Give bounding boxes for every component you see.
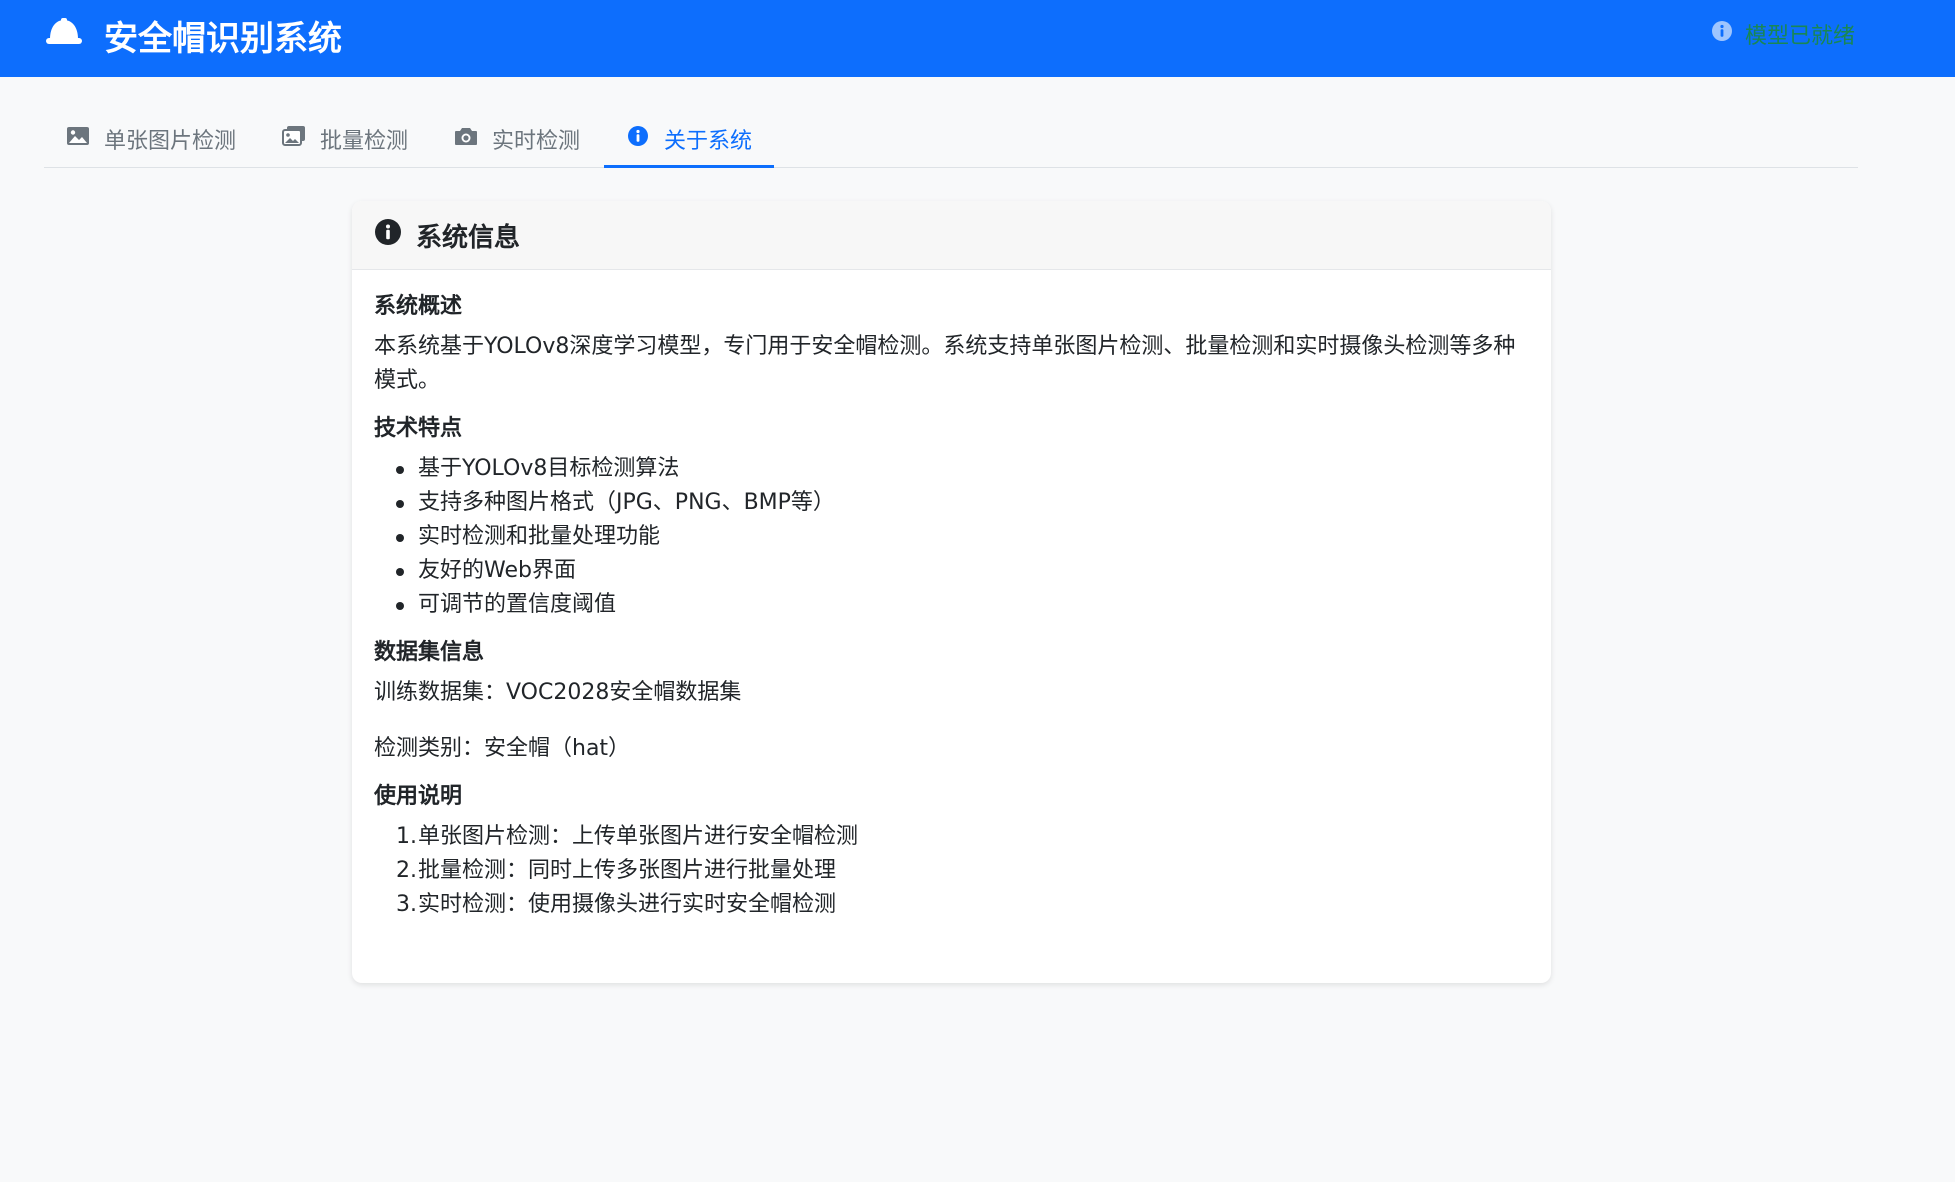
model-status-text: 模型已就绪 [1745,24,1856,49]
list-item: 2. 批量检测：同时上传多张图片进行批量处理 [396,854,1529,888]
tab-batch[interactable]: 批量检测 [260,112,430,168]
brand[interactable]: 安全帽识别系统 [44,0,342,70]
image-icon [66,125,90,153]
list-item: 实时检测和批量处理功能 [396,520,1529,554]
section-heading: 系统概述 [374,294,463,319]
app-title: 安全帽识别系统 [104,18,342,59]
features-section: 技术特点 基于YOLOv8目标检测算法 支持多种图片格式（JPG、PNG、BMP… [374,412,1529,622]
list-item: 3. 实时检测：使用摄像头进行实时安全帽检测 [396,888,1529,922]
list-item: 可调节的置信度阈值 [396,588,1529,622]
tab-label: 单张图片检测 [104,128,237,154]
tab-single-image[interactable]: 单张图片检测 [44,112,258,168]
list-item: 友好的Web界面 [396,554,1529,588]
camera-icon [454,125,478,153]
list-item: 基于YOLOv8目标检测算法 [396,452,1529,486]
tab-label: 实时检测 [492,128,581,154]
dataset-section: 数据集信息 训练数据集：VOC2028安全帽数据集 检测类别：安全帽（hat） [374,636,1529,766]
card-body: 系统概述 本系统基于YOLOv8深度学习模型，专门用于安全帽检测。系统支持单张图… [352,270,1551,956]
tab-label: 关于系统 [664,128,753,154]
tab-bar: 单张图片检测 批量检测 实时检测 关于系统 [44,112,1858,168]
navbar: 安全帽识别系统 模型已就绪 [0,0,1955,77]
dataset-classes: 检测类别：安全帽（hat） [374,736,631,761]
usage-list: 1. 单张图片检测：上传单张图片进行安全帽检测 2. 批量检测：同时上传多张图片进行… [374,820,1529,922]
tab-about[interactable]: 关于系统 [604,112,775,168]
features-list: 基于YOLOv8目标检测算法 支持多种图片格式（JPG、PNG、BMP等） 实时… [374,452,1529,622]
tab-realtime[interactable]: 实时检测 [432,112,602,168]
usage-text: 实时检测：使用摄像头进行实时安全帽检测 [418,892,837,917]
hard-hat-icon [44,15,84,56]
section-heading: 数据集信息 [374,640,485,665]
tab-label: 批量检测 [320,128,409,154]
images-icon [282,125,306,153]
system-info-card: 系统信息 系统概述 本系统基于YOLOv8深度学习模型，专门用于安全帽检测。系统… [352,201,1551,983]
list-item: 支持多种图片格式（JPG、PNG、BMP等） [396,486,1529,520]
info-circle-icon [374,218,402,253]
card-header: 系统信息 [352,201,1551,270]
overview-text: 本系统基于YOLOv8深度学习模型，专门用于安全帽检测。系统支持单张图片检测、批… [374,334,1516,393]
info-circle-icon [626,125,650,153]
dataset-train: 训练数据集：VOC2028安全帽数据集 [374,680,742,705]
section-heading: 技术特点 [374,416,463,441]
model-status: 模型已就绪 [1711,18,1855,50]
card-title: 系统信息 [416,222,521,253]
overview-section: 系统概述 本系统基于YOLOv8深度学习模型，专门用于安全帽检测。系统支持单张图… [374,290,1529,398]
info-circle-icon [1711,20,1733,48]
usage-text: 批量检测：同时上传多张图片进行批量处理 [418,858,837,883]
section-heading: 使用说明 [374,784,463,809]
usage-text: 单张图片检测：上传单张图片进行安全帽检测 [418,824,859,849]
usage-section: 使用说明 1. 单张图片检测：上传单张图片进行安全帽检测 2. 批量检测：同时上传多… [374,780,1529,922]
list-item: 1. 单张图片检测：上传单张图片进行安全帽检测 [396,820,1529,854]
